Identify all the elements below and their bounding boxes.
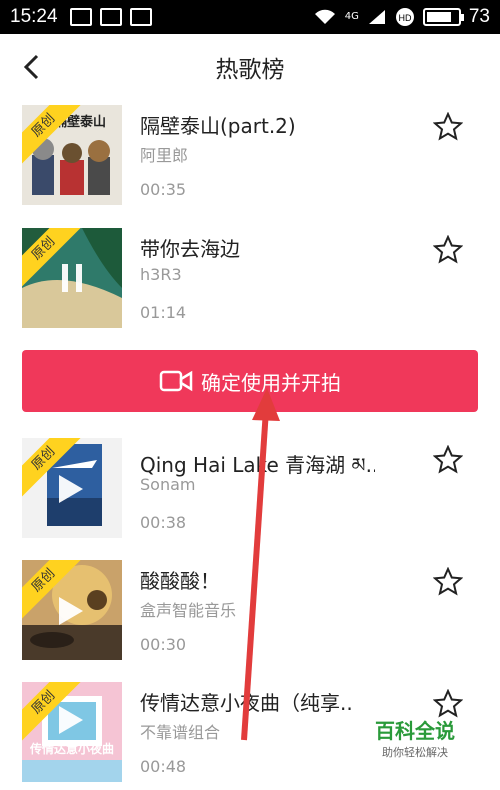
song-duration: 00:30 <box>140 635 187 654</box>
watermark-title: 百科全说 <box>375 719 455 743</box>
favorite-star-icon[interactable] <box>433 567 463 597</box>
status-time: 15:24 <box>10 6 58 27</box>
back-arrow-icon[interactable] <box>18 52 48 82</box>
song-cover[interactable]: 原创 <box>22 228 122 328</box>
confirm-button-label: 确定使用并开拍 <box>201 370 341 395</box>
play-icon[interactable] <box>59 597 83 625</box>
nav-bar: 热歌榜 <box>0 34 500 100</box>
battery-percent: 73 <box>468 6 490 27</box>
song-cover[interactable]: 传情达意小夜曲 原创 <box>22 682 122 782</box>
song-duration: 00:35 <box>140 180 187 199</box>
song-artist: 不靠谱组合 <box>140 723 221 742</box>
svg-text:HD: HD <box>398 13 411 23</box>
pause-icon[interactable] <box>62 264 82 292</box>
hd-icon: HD <box>395 8 414 26</box>
song-title: 传情达意小夜曲（纯享.. <box>140 691 353 715</box>
play-icon[interactable] <box>59 475 83 503</box>
song-title: 带你去海边 <box>140 237 240 261</box>
song-duration: 00:38 <box>140 513 187 532</box>
song-title: 酸酸酸！ <box>140 569 220 593</box>
favorite-star-icon[interactable] <box>433 235 463 265</box>
image-icon <box>99 8 122 26</box>
song-cover[interactable]: 原创 <box>22 438 122 538</box>
song-artist: 盒声智能音乐 <box>140 601 237 620</box>
song-item[interactable]: 原创 带你去海边 h3R3 01:14 <box>0 223 500 333</box>
favorite-star-icon[interactable] <box>433 112 463 142</box>
favorite-star-icon[interactable] <box>433 445 463 475</box>
play-icon[interactable] <box>59 706 83 734</box>
song-item[interactable]: 原创 酸酸酸！ 盒声智能音乐 00:30 <box>0 555 500 665</box>
cover-title: 传情达意小夜曲 <box>30 742 115 756</box>
song-cover[interactable]: 隔壁泰山 原创 <box>22 105 122 205</box>
song-artist: h3R3 <box>140 265 182 284</box>
battery-icon <box>422 8 464 26</box>
network-type: 4G <box>344 11 359 22</box>
watermark-subtitle: 助你轻松解决 <box>382 746 448 759</box>
confirm-use-and-shoot-button[interactable]: 确定使用并开拍 <box>22 350 478 412</box>
watermark: 百科全说 助你轻松解决 <box>365 715 465 760</box>
page-title: 热歌榜 <box>215 57 285 83</box>
song-artist: 阿里郎 <box>140 146 189 165</box>
song-duration: 01:14 <box>140 303 187 322</box>
wifi-icon <box>314 9 335 24</box>
song-item[interactable]: 隔壁泰山 原创 隔壁泰山(part.2) 阿里郎 00:35 <box>0 100 500 210</box>
song-artist: Sonam <box>140 475 196 494</box>
video-camera-icon <box>159 370 193 392</box>
song-item[interactable]: 原创 Qing Hai Lake 青海湖 མ.. Sonam 00:38 <box>0 433 500 543</box>
briefcase-icon <box>129 8 152 26</box>
signal-icon <box>368 10 385 24</box>
song-title: 隔壁泰山(part.2) <box>140 114 296 138</box>
song-duration: 00:48 <box>140 757 187 776</box>
status-bar: 15:24 4G HD 73 <box>0 0 500 34</box>
song-cover[interactable]: 原创 <box>22 560 122 660</box>
upload-icon <box>69 8 92 26</box>
